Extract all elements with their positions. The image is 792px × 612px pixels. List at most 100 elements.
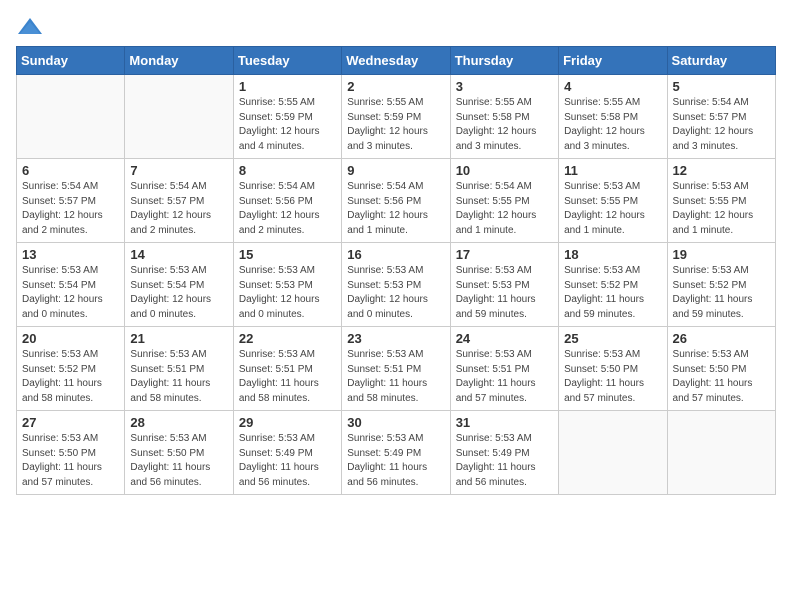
day-number: 14 bbox=[130, 247, 227, 262]
day-number: 3 bbox=[456, 79, 553, 94]
day-info: Sunrise: 5:53 AM Sunset: 5:55 PM Dayligh… bbox=[564, 180, 661, 238]
weekday-header-tuesday: Tuesday bbox=[233, 47, 341, 75]
calendar-cell: 14 Sunrise: 5:53 AM Sunset: 5:54 PM Dayli… bbox=[125, 243, 233, 327]
calendar-week-row: 27 Sunrise: 5:53 AM Sunset: 5:50 PM Dayli… bbox=[17, 411, 776, 495]
day-number: 10 bbox=[456, 163, 553, 178]
calendar-cell: 17 Sunrise: 5:53 AM Sunset: 5:53 PM Dayli… bbox=[450, 243, 558, 327]
day-info: Sunrise: 5:54 AM Sunset: 5:55 PM Dayligh… bbox=[456, 180, 553, 238]
day-info: Sunrise: 5:55 AM Sunset: 5:59 PM Dayligh… bbox=[347, 96, 444, 154]
day-number: 1 bbox=[239, 79, 336, 94]
calendar-cell: 8 Sunrise: 5:54 AM Sunset: 5:56 PM Daylig… bbox=[233, 159, 341, 243]
weekday-header-friday: Friday bbox=[559, 47, 667, 75]
calendar-cell: 23Sunrise: 5:53 AM Sunset: 5:51 PM Dayli… bbox=[342, 327, 450, 411]
day-number: 8 bbox=[239, 163, 336, 178]
calendar-cell: 11 Sunrise: 5:53 AM Sunset: 5:55 PM Dayli… bbox=[559, 159, 667, 243]
weekday-header-wednesday: Wednesday bbox=[342, 47, 450, 75]
logo-icon bbox=[16, 16, 44, 38]
day-number: 22 bbox=[239, 331, 336, 346]
calendar-cell: 10 Sunrise: 5:54 AM Sunset: 5:55 PM Dayli… bbox=[450, 159, 558, 243]
day-info: Sunrise: 5:53 AM Sunset: 5:52 PM Dayligh… bbox=[673, 264, 770, 322]
calendar-cell: 2 Sunrise: 5:55 AM Sunset: 5:59 PM Daylig… bbox=[342, 75, 450, 159]
day-number: 15 bbox=[239, 247, 336, 262]
day-info: Sunrise: 5:53 AM Sunset: 5:50 PM Dayligh… bbox=[564, 348, 661, 406]
calendar-cell: 22 Sunrise: 5:53 AM Sunset: 5:51 PM Dayli… bbox=[233, 327, 341, 411]
calendar-cell: 3 Sunrise: 5:55 AM Sunset: 5:58 PM Daylig… bbox=[450, 75, 558, 159]
day-number: 4 bbox=[564, 79, 661, 94]
calendar-cell: 4 Sunrise: 5:55 AM Sunset: 5:58 PM Daylig… bbox=[559, 75, 667, 159]
day-number: 18 bbox=[564, 247, 661, 262]
day-number: 31 bbox=[456, 415, 553, 430]
day-number: 21 bbox=[130, 331, 227, 346]
day-info: Sunrise: 5:53 AM Sunset: 5:49 PM Dayligh… bbox=[239, 432, 336, 490]
calendar-week-row: 13 Sunrise: 5:53 AM Sunset: 5:54 PM Dayli… bbox=[17, 243, 776, 327]
day-number: 16 bbox=[347, 247, 444, 262]
day-number: 23 bbox=[347, 331, 444, 346]
day-number: 12 bbox=[673, 163, 770, 178]
day-info: Sunrise: 5:54 AM Sunset: 5:57 PM Dayligh… bbox=[22, 180, 119, 238]
day-number: 17 bbox=[456, 247, 553, 262]
page-header bbox=[16, 16, 776, 38]
calendar-cell: 30 Sunrise: 5:53 AM Sunset: 5:49 PM Dayli… bbox=[342, 411, 450, 495]
day-info: Sunrise: 5:53 AM Sunset: 5:54 PM Dayligh… bbox=[130, 264, 227, 322]
day-info: Sunrise: 5:54 AM Sunset: 5:56 PM Dayligh… bbox=[239, 180, 336, 238]
calendar-cell: 19 Sunrise: 5:53 AM Sunset: 5:52 PM Dayli… bbox=[667, 243, 775, 327]
calendar-cell: 25 Sunrise: 5:53 AM Sunset: 5:50 PM Dayli… bbox=[559, 327, 667, 411]
day-number: 13 bbox=[22, 247, 119, 262]
calendar-week-row: 1 Sunrise: 5:55 AM Sunset: 5:59 PM Daylig… bbox=[17, 75, 776, 159]
calendar-cell: 20 Sunrise: 5:53 AM Sunset: 5:52 PM Dayli… bbox=[17, 327, 125, 411]
day-info: Sunrise: 5:53 AM Sunset: 5:54 PM Dayligh… bbox=[22, 264, 119, 322]
logo bbox=[16, 16, 48, 38]
day-number: 29 bbox=[239, 415, 336, 430]
day-number: 20 bbox=[22, 331, 119, 346]
calendar-cell bbox=[125, 75, 233, 159]
calendar-cell bbox=[667, 411, 775, 495]
day-number: 19 bbox=[673, 247, 770, 262]
weekday-header-saturday: Saturday bbox=[667, 47, 775, 75]
day-number: 9 bbox=[347, 163, 444, 178]
weekday-header-monday: Monday bbox=[125, 47, 233, 75]
day-number: 6 bbox=[22, 163, 119, 178]
day-info: Sunrise: 5:53 AM Sunset: 5:49 PM Dayligh… bbox=[347, 432, 444, 490]
day-number: 27 bbox=[22, 415, 119, 430]
day-info: Sunrise: 5:53 AM Sunset: 5:51 PM Dayligh… bbox=[456, 348, 553, 406]
calendar-cell bbox=[17, 75, 125, 159]
day-info: Sunrise: 5:54 AM Sunset: 5:57 PM Dayligh… bbox=[130, 180, 227, 238]
day-number: 2 bbox=[347, 79, 444, 94]
day-info: Sunrise: 5:53 AM Sunset: 5:53 PM Dayligh… bbox=[239, 264, 336, 322]
day-info: Sunrise: 5:54 AM Sunset: 5:57 PM Dayligh… bbox=[673, 96, 770, 154]
calendar-week-row: 20 Sunrise: 5:53 AM Sunset: 5:52 PM Dayli… bbox=[17, 327, 776, 411]
day-info: Sunrise: 5:53 AM Sunset: 5:49 PM Dayligh… bbox=[456, 432, 553, 490]
day-info: Sunrise: 5:53 AM Sunset: 5:50 PM Dayligh… bbox=[130, 432, 227, 490]
day-info: Sunrise: 5:54 AM Sunset: 5:56 PM Dayligh… bbox=[347, 180, 444, 238]
calendar-cell: 7 Sunrise: 5:54 AM Sunset: 5:57 PM Daylig… bbox=[125, 159, 233, 243]
day-info: Sunrise: 5:53 AM Sunset: 5:51 PM Dayligh… bbox=[239, 348, 336, 406]
calendar-cell: 24 Sunrise: 5:53 AM Sunset: 5:51 PM Dayli… bbox=[450, 327, 558, 411]
calendar-cell: 9 Sunrise: 5:54 AM Sunset: 5:56 PM Daylig… bbox=[342, 159, 450, 243]
day-number: 26 bbox=[673, 331, 770, 346]
day-info: Sunrise: 5:55 AM Sunset: 5:58 PM Dayligh… bbox=[564, 96, 661, 154]
calendar-cell: 6 Sunrise: 5:54 AM Sunset: 5:57 PM Daylig… bbox=[17, 159, 125, 243]
calendar-cell bbox=[559, 411, 667, 495]
day-number: 24 bbox=[456, 331, 553, 346]
calendar-cell: 26 Sunrise: 5:53 AM Sunset: 5:50 PM Dayli… bbox=[667, 327, 775, 411]
day-info: Sunrise: 5:53 AM Sunset: 5:53 PM Dayligh… bbox=[347, 264, 444, 322]
day-info: Sunrise: 5:53 AM Sunset: 5:50 PM Dayligh… bbox=[22, 432, 119, 490]
day-number: 7 bbox=[130, 163, 227, 178]
day-info: Sunrise: 5:53 AM Sunset: 5:51 PM Dayligh… bbox=[130, 348, 227, 406]
calendar-cell: 12Sunrise: 5:53 AM Sunset: 5:55 PM Dayli… bbox=[667, 159, 775, 243]
day-number: 25 bbox=[564, 331, 661, 346]
calendar-cell: 21 Sunrise: 5:53 AM Sunset: 5:51 PM Dayli… bbox=[125, 327, 233, 411]
day-info: Sunrise: 5:53 AM Sunset: 5:53 PM Dayligh… bbox=[456, 264, 553, 322]
calendar-cell: 5 Sunrise: 5:54 AM Sunset: 5:57 PM Daylig… bbox=[667, 75, 775, 159]
calendar-cell: 16 Sunrise: 5:53 AM Sunset: 5:53 PM Dayli… bbox=[342, 243, 450, 327]
calendar-cell: 15 Sunrise: 5:53 AM Sunset: 5:53 PM Dayli… bbox=[233, 243, 341, 327]
weekday-header-thursday: Thursday bbox=[450, 47, 558, 75]
day-info: Sunrise: 5:53 AM Sunset: 5:52 PM Dayligh… bbox=[22, 348, 119, 406]
day-info: Sunrise: 5:55 AM Sunset: 5:58 PM Dayligh… bbox=[456, 96, 553, 154]
day-number: 5 bbox=[673, 79, 770, 94]
day-number: 11 bbox=[564, 163, 661, 178]
day-info: Sunrise: 5:53 AM Sunset: 5:50 PM Dayligh… bbox=[673, 348, 770, 406]
day-info: Sunrise: 5:53 AM Sunset: 5:52 PM Dayligh… bbox=[564, 264, 661, 322]
day-number: 30 bbox=[347, 415, 444, 430]
calendar-cell: 31 Sunrise: 5:53 AM Sunset: 5:49 PM Dayli… bbox=[450, 411, 558, 495]
